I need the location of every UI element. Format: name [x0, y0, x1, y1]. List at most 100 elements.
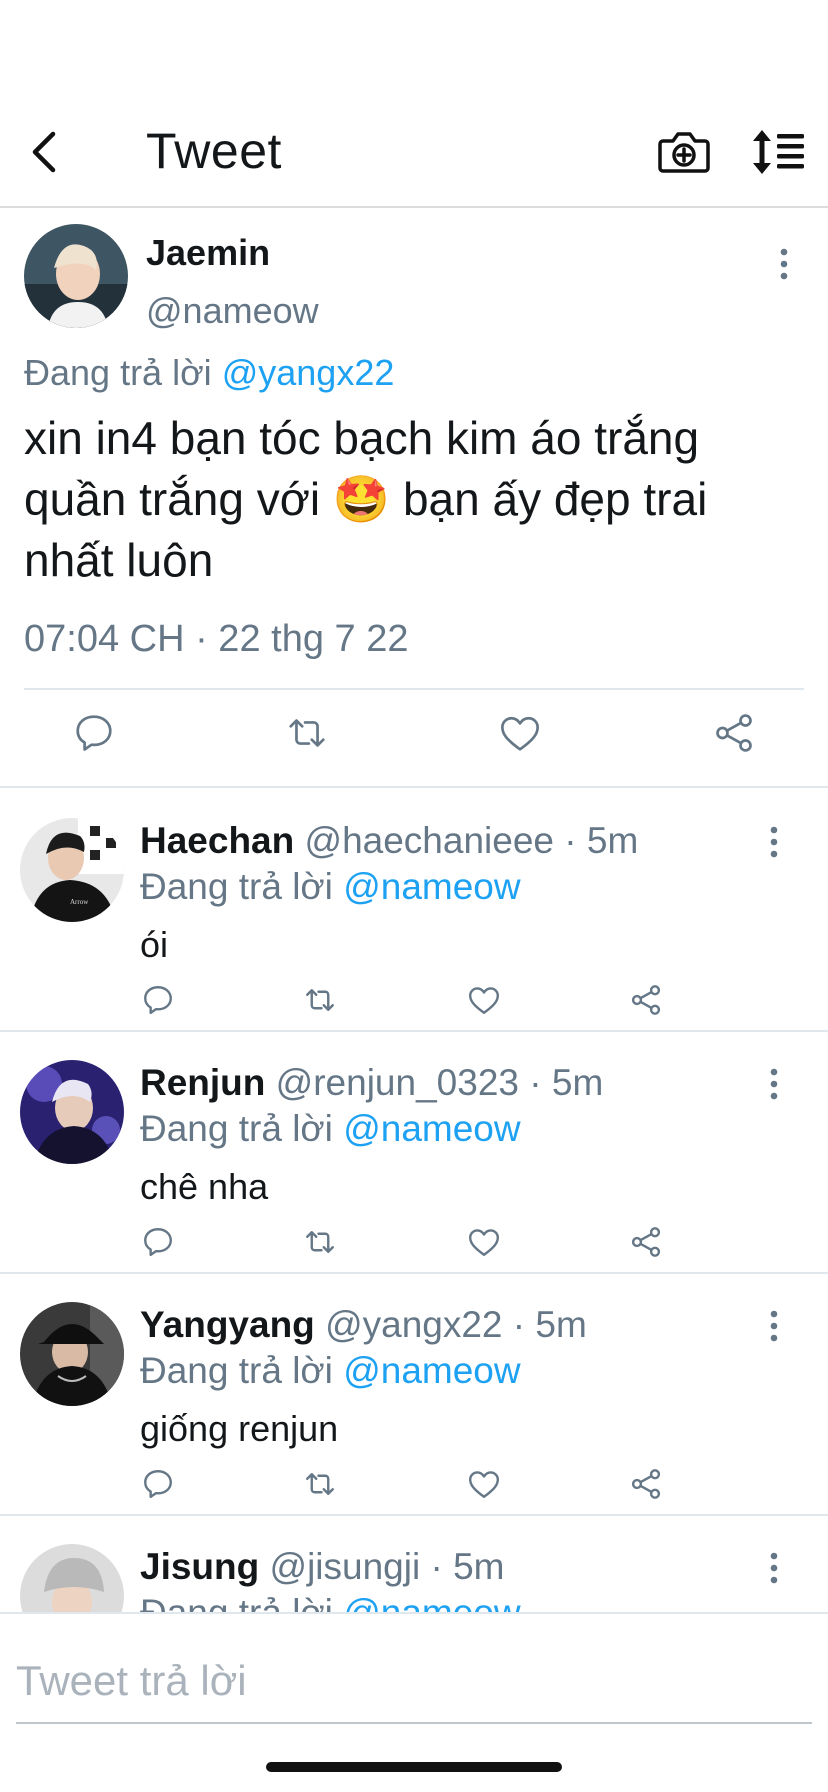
retweet-icon	[289, 719, 325, 747]
reply-icon	[144, 1470, 172, 1499]
home-indicator[interactable]	[266, 1762, 562, 1772]
retweet-button[interactable]	[302, 982, 338, 1018]
retweet-icon	[306, 1231, 334, 1253]
replying-to: Đang trả lời @nameow	[140, 1350, 521, 1392]
author-handle[interactable]: @haechanieee	[305, 820, 554, 861]
heart-icon	[501, 716, 539, 751]
retweet-button[interactable]	[284, 710, 330, 756]
share-button[interactable]	[628, 982, 664, 1018]
author-name[interactable]: Renjun	[140, 1062, 265, 1103]
like-button[interactable]	[466, 1224, 502, 1260]
heart-icon	[469, 987, 499, 1014]
sort-button[interactable]	[752, 128, 806, 176]
more-options-button[interactable]	[762, 822, 786, 862]
tweet-time: · 5m	[529, 1062, 604, 1103]
author-handle[interactable]: @yangx22	[325, 1304, 502, 1345]
reply-icon	[76, 715, 112, 751]
replying-prefix: Đang trả lời	[140, 866, 333, 907]
retweet-icon	[306, 989, 334, 1011]
reply-tweet[interactable]: Renjun @renjun_0323 · 5m Đang trả lời @n…	[0, 1032, 828, 1274]
reply-tweet[interactable]: Yangyang @yangx22 · 5m Đang trả lời @nam…	[0, 1274, 828, 1516]
share-button[interactable]	[628, 1466, 664, 1502]
author-name[interactable]: Haechan	[140, 820, 294, 861]
share-icon	[716, 714, 752, 752]
retweet-button[interactable]	[302, 1224, 338, 1260]
more-options-button[interactable]	[762, 1548, 786, 1588]
reply-icon	[144, 1228, 172, 1257]
reply-header: Yangyang @yangx22 · 5m	[140, 1304, 587, 1346]
author-name[interactable]: Jisung	[140, 1546, 259, 1587]
reply-tweet[interactable]: Arrow Haechan @haechanieee · 5m Đang trả…	[0, 790, 828, 1032]
camera-button[interactable]	[658, 128, 710, 176]
replying-to: Đang trả lời @yangx22	[24, 352, 394, 394]
sort-list-icon	[753, 130, 804, 174]
reply-button[interactable]	[140, 982, 176, 1018]
share-icon	[631, 1469, 661, 1499]
mention-link[interactable]: @nameow	[343, 866, 520, 907]
more-vertical-icon	[770, 826, 778, 858]
mention-link[interactable]: @nameow	[343, 1350, 520, 1391]
mention-link[interactable]: @nameow	[343, 1108, 520, 1149]
more-options-button[interactable]	[762, 1306, 786, 1346]
tweet-text: ói	[140, 924, 169, 965]
more-vertical-icon	[770, 1068, 778, 1100]
heart-icon	[469, 1229, 499, 1256]
share-icon	[631, 1227, 661, 1257]
reply-header: Haechan @haechanieee · 5m	[140, 820, 638, 862]
more-options-button[interactable]	[762, 1064, 786, 1104]
reply-input[interactable]	[16, 1640, 812, 1724]
replying-prefix: Đang trả lời	[24, 352, 212, 393]
mention-link[interactable]: @yangx22	[222, 352, 395, 393]
retweet-icon	[306, 1473, 334, 1495]
author-name[interactable]: Jaemin	[146, 232, 270, 274]
avatar[interactable]	[20, 1302, 124, 1406]
replying-prefix: Đang trả lời	[140, 1108, 333, 1149]
more-vertical-icon	[770, 1552, 778, 1584]
divider	[24, 688, 804, 690]
like-button[interactable]	[466, 982, 502, 1018]
reply-button[interactable]	[140, 1224, 176, 1260]
like-button[interactable]	[497, 710, 543, 756]
tweet-timestamp: 07:04 CH · 22 thg 7 22	[24, 618, 409, 660]
more-options-button[interactable]	[772, 244, 796, 284]
tweet-actions	[0, 710, 828, 770]
chevron-left-icon	[32, 131, 56, 173]
camera-plus-icon	[658, 132, 710, 173]
reply-button[interactable]	[71, 710, 117, 756]
like-button[interactable]	[466, 1466, 502, 1502]
top-bar: Tweet	[0, 100, 828, 208]
tweet-text: xin in4 bạn tóc bạch kim áo trắng quần t…	[24, 412, 708, 586]
more-vertical-icon	[770, 1310, 778, 1342]
author-handle[interactable]: @nameow	[146, 290, 319, 332]
replying-prefix: Đang trả lời	[140, 1350, 333, 1391]
more-vertical-icon	[780, 248, 788, 280]
share-button[interactable]	[628, 1224, 664, 1260]
avatar[interactable]	[24, 224, 128, 328]
reply-header: Renjun @renjun_0323 · 5m	[140, 1062, 603, 1104]
tweet-actions	[0, 982, 828, 1022]
replying-to: Đang trả lời @nameow	[140, 866, 521, 908]
tweet-time: · 5m	[430, 1546, 505, 1587]
back-button[interactable]	[22, 122, 66, 182]
reply-header: Jisung @jisungji · 5m	[140, 1546, 505, 1588]
tweet-time: · 5m	[564, 820, 639, 861]
avatar[interactable]: Arrow	[20, 818, 124, 922]
share-icon	[631, 985, 661, 1015]
author-name[interactable]: Yangyang	[140, 1304, 315, 1345]
tweet-actions	[0, 1224, 828, 1264]
heart-icon	[469, 1471, 499, 1498]
author-handle[interactable]: @jisungji	[270, 1546, 421, 1587]
tweet-actions	[0, 1466, 828, 1506]
replying-to: Đang trả lời @nameow	[140, 1108, 521, 1150]
reply-button[interactable]	[140, 1466, 176, 1502]
share-button[interactable]	[711, 710, 757, 756]
retweet-button[interactable]	[302, 1466, 338, 1502]
page-title: Tweet	[146, 123, 282, 179]
tweet-text: giống renjun	[140, 1408, 339, 1449]
tweet-text: chê nha	[140, 1166, 269, 1207]
avatar[interactable]	[20, 1060, 124, 1164]
main-tweet: Jaemin @nameow Đang trả lời @yangx22 xin…	[0, 210, 828, 788]
tweet-time: · 5m	[512, 1304, 587, 1345]
author-handle[interactable]: @renjun_0323	[276, 1062, 519, 1103]
reply-icon	[144, 986, 172, 1015]
